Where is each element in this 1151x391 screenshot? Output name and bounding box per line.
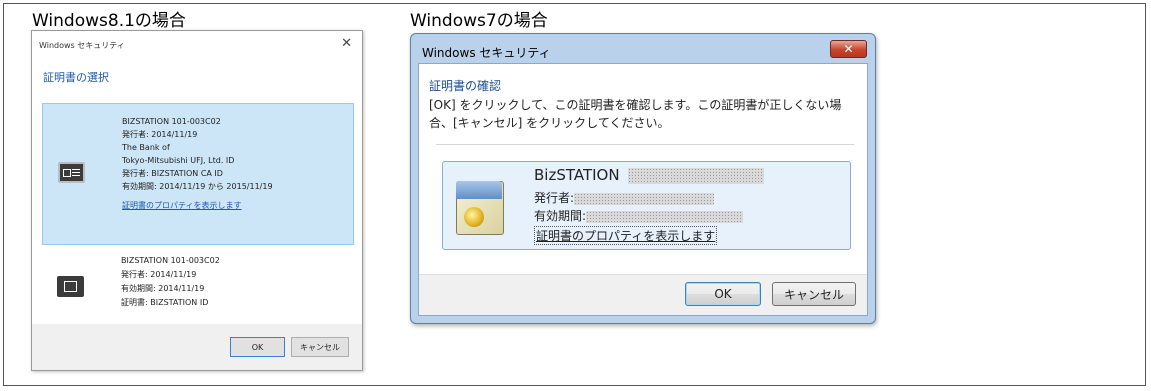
certificate-icon	[454, 179, 506, 239]
dialog-title: Windows セキュリティ	[39, 41, 125, 50]
cert-line: The Bank of	[122, 143, 170, 152]
ok-button[interactable]: OK	[230, 337, 285, 357]
redacted-field	[628, 167, 765, 184]
certificate-card-icon	[58, 162, 85, 183]
cancel-button[interactable]: キャンセル	[291, 337, 349, 357]
smartcard-icon	[57, 276, 84, 297]
certificate-item-selected[interactable]: BIZSTATION 101-003C02 発行者: 2014/11/19 Th…	[42, 103, 354, 245]
cert-line: BIZSTATION 101-003C02	[121, 256, 220, 265]
issuer-label: 発行者:	[534, 191, 575, 205]
dialog-title: Windows セキュリティ	[422, 46, 551, 60]
close-icon[interactable]: ✕	[830, 40, 867, 58]
win7-caption: Windows7の場合	[410, 11, 548, 31]
cert-line: 発行者: 2014/11/19	[122, 130, 198, 139]
dialog-heading: 証明書の確認	[429, 79, 502, 93]
dialog-footer: OK キャンセル	[419, 274, 867, 315]
cert-line: 有効期間: 2014/11/19	[121, 284, 205, 293]
redacted-field	[574, 192, 715, 205]
cert-line: Tokyo-Mitsubishi UFJ, Ltd. ID	[122, 156, 235, 165]
close-icon[interactable]: ✕	[341, 36, 352, 51]
win81-caption: Windows8.1の場合	[32, 11, 186, 31]
cert-line: 発行者: 2014/11/19	[121, 270, 197, 279]
cert-validity: 有効期間:	[534, 207, 744, 224]
cert-properties-link[interactable]: 証明書のプロパティを表示します	[534, 226, 718, 245]
cert-name-text: BizSTATION	[534, 166, 620, 184]
cert-line: BIZSTATION 101-003C02	[122, 117, 221, 126]
cancel-button[interactable]: キャンセル	[772, 282, 856, 306]
validity-label: 有効期間:	[534, 209, 587, 223]
win7-security-dialog: Windows セキュリティ ✕ 証明書の確認 [OK] をクリックして、この証…	[410, 33, 876, 324]
win81-security-dialog: Windows セキュリティ ✕ 証明書の選択 BIZSTATION 101-0…	[31, 30, 363, 371]
dialog-description: [OK] をクリックして、この証明書を確認します。この証明書が正しくない場合、[…	[429, 98, 842, 130]
dialog-heading: 証明書の選択	[43, 71, 109, 84]
cert-issuer: 発行者:	[534, 189, 715, 206]
redacted-field	[586, 210, 744, 223]
dialog-footer: OK キャンセル	[32, 324, 362, 370]
ok-button[interactable]: OK	[685, 282, 761, 306]
cert-line: 有効期間: 2014/11/19 から 2015/11/19	[122, 182, 273, 191]
certificate-item[interactable]: BIZSTATION 101-003C02 発行者: 2014/11/19 有効…	[42, 248, 354, 324]
cert-line: 証明書: BIZSTATION ID	[121, 298, 209, 307]
certificate-card[interactable]: BizSTATION 発行者: 有効期間: 証明書のプロパティを表示します	[442, 161, 851, 250]
cert-line: 発行者: BIZSTATION CA ID	[122, 169, 223, 178]
dialog-body: 証明書の確認 [OK] をクリックして、この証明書を確認します。この証明書が正し…	[418, 63, 868, 316]
divider	[436, 144, 854, 145]
cert-properties-link[interactable]: 証明書のプロパティを表示します	[122, 199, 273, 212]
cert-name: BizSTATION	[534, 166, 765, 184]
